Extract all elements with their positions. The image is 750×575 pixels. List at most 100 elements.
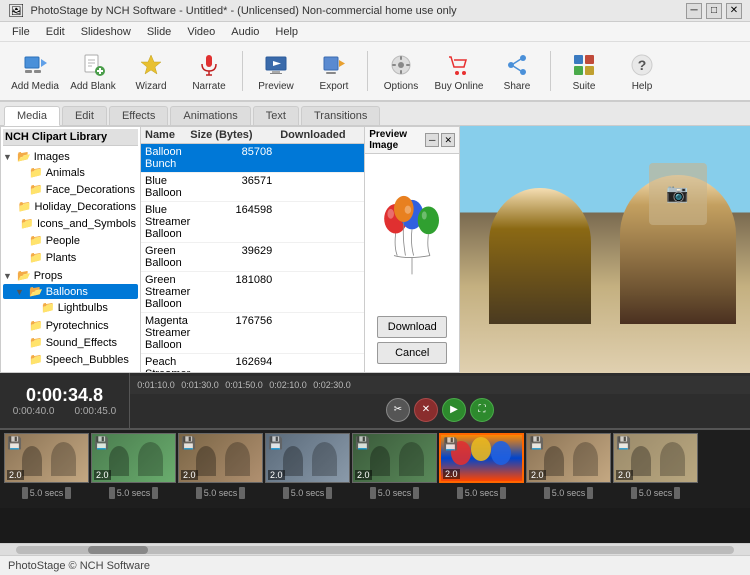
toolbar-btn-add-media[interactable]: Add Media — [8, 45, 62, 97]
tree-row-props[interactable]: ▼📂Props — [3, 268, 138, 283]
dur-handle-left-3[interactable] — [196, 487, 202, 499]
tree-row-icons-sym[interactable]: 📁Icons_and_Symbols — [3, 216, 138, 231]
tree-row-sound-effects[interactable]: 📁Sound_Effects — [3, 335, 138, 350]
tree-folder-icon-holiday-deco: 📁 — [18, 200, 32, 213]
toolbar-btn-buy-online[interactable]: Buy Online — [432, 45, 486, 97]
menu-item-slideshow[interactable]: Slideshow — [73, 24, 139, 40]
tree-row-people[interactable]: 📁People — [3, 233, 138, 248]
duration-item-3: 5.0 secs — [178, 487, 263, 499]
menu-item-edit[interactable]: Edit — [38, 24, 73, 40]
toolbar-btn-add-blank[interactable]: Add Blank — [66, 45, 120, 97]
tree-label-balloons: Balloons — [46, 286, 88, 298]
menu-item-help[interactable]: Help — [267, 24, 306, 40]
toolbar-btn-narrate[interactable]: Narrate — [182, 45, 236, 97]
preview-minimize-btn[interactable]: ─ — [425, 133, 439, 147]
tab-effects[interactable]: Effects — [109, 106, 168, 125]
dur-handle-left-2[interactable] — [109, 487, 115, 499]
toolbar-btn-suite[interactable]: Suite — [557, 45, 611, 97]
close-button[interactable]: ✕ — [726, 3, 742, 19]
toolbar-btn-help[interactable]: ?Help — [615, 45, 669, 97]
dur-handle-right-6[interactable] — [500, 487, 506, 499]
duration-item-4: 5.0 secs — [265, 487, 350, 499]
tree-label-images: Images — [34, 151, 70, 163]
tree-expand-balloons: ▼ — [15, 287, 29, 297]
tree-row-holiday-deco[interactable]: 📁Holiday_Decorations — [3, 199, 138, 214]
toolbar-btn-share[interactable]: Share — [490, 45, 544, 97]
scroll-track[interactable] — [16, 546, 734, 554]
timeline-thumb-8[interactable]: 💾2.0 — [613, 433, 698, 483]
menu-item-slide[interactable]: Slide — [139, 24, 179, 40]
add-blank-label: Add Blank — [70, 81, 116, 92]
toolbar-btn-options[interactable]: Options — [374, 45, 428, 97]
tab-animations[interactable]: Animations — [170, 106, 250, 125]
list-row[interactable]: Green Streamer Balloon181080 — [141, 272, 364, 313]
list-row[interactable]: Green Balloon39629 — [141, 243, 364, 272]
preview-close-btn[interactable]: ✕ — [441, 133, 455, 147]
menu-item-file[interactable]: File — [4, 24, 38, 40]
dur-handle-right-2[interactable] — [152, 487, 158, 499]
timeline-thumb-2[interactable]: 💾2.0 — [91, 433, 176, 483]
current-time-display: 0:00:34.8 — [26, 385, 103, 406]
dur-handle-left-7[interactable] — [544, 487, 550, 499]
tab-edit[interactable]: Edit — [62, 106, 107, 125]
dur-handle-right-3[interactable] — [239, 487, 245, 499]
tree-row-images[interactable]: ▼📂Images — [3, 149, 138, 164]
toolbar-btn-preview[interactable]: Preview — [249, 45, 303, 97]
maximize-button[interactable]: □ — [706, 3, 722, 19]
tab-media[interactable]: Media — [4, 106, 60, 126]
timeline-thumb-3[interactable]: 💾2.0 — [178, 433, 263, 483]
timeline-thumb-4[interactable]: 💾2.0 — [265, 433, 350, 483]
tree-row-animals[interactable]: 📁Animals — [3, 165, 138, 180]
download-button[interactable]: Download — [377, 316, 447, 338]
tree-content: ▼📂Images📁Animals 📁Face_Decorations 📁Holida… — [3, 148, 138, 372]
tree-row-weather[interactable]: 📁Weather — [3, 370, 138, 372]
timeline-thumb-7[interactable]: 💾2.0 — [526, 433, 611, 483]
tab-transitions[interactable]: Transitions — [301, 106, 380, 125]
delete-button[interactable]: ✕ — [414, 398, 438, 422]
list-row[interactable]: Blue Streamer Balloon164598 — [141, 202, 364, 243]
dur-handle-right-7[interactable] — [587, 487, 593, 499]
tree-label-holiday-deco: Holiday_Decorations — [35, 201, 137, 213]
menu-item-video[interactable]: Video — [179, 24, 223, 40]
dur-handle-left-1[interactable] — [22, 487, 28, 499]
dur-handle-right-1[interactable] — [65, 487, 71, 499]
fullscreen-button[interactable]: ⛶ — [470, 398, 494, 422]
scroll-area[interactable] — [0, 543, 750, 555]
playback-controls: 0:01:10.0 0:01:30.0 0:01:50.0 0:02:10.0 … — [130, 373, 750, 428]
dur-handle-right-4[interactable] — [326, 487, 332, 499]
tree-children-props: ▼📂Balloons📁Lightbulbs 📁Pyrotechnics 📁Sound… — [3, 283, 138, 368]
tree-row-face-deco[interactable]: 📁Face_Decorations — [3, 182, 138, 197]
list-row[interactable]: Balloon Bunch85708 — [141, 144, 364, 173]
dur-handle-left-4[interactable] — [283, 487, 289, 499]
minimize-button[interactable]: ─ — [686, 3, 702, 19]
tab-text[interactable]: Text — [253, 106, 299, 125]
list-row[interactable]: Blue Balloon36571 — [141, 173, 364, 202]
tree-row-balloons[interactable]: ▼📂Balloons — [3, 284, 138, 299]
tree-row-lightbulbs[interactable]: 📁Lightbulbs — [3, 300, 138, 315]
scissors-button[interactable]: ✂ — [386, 398, 410, 422]
time-ruler-row: 0:01:10.0 0:01:30.0 0:01:50.0 0:02:10.0 … — [130, 376, 750, 394]
timeline-thumb-6[interactable]: 💾2.0 — [439, 433, 524, 483]
scroll-thumb[interactable] — [88, 546, 148, 554]
toolbar-btn-export[interactable]: Export — [307, 45, 361, 97]
cancel-button[interactable]: Cancel — [377, 342, 447, 364]
dur-handle-right-5[interactable] — [413, 487, 419, 499]
timeline-thumb-1[interactable]: 💾2.0 — [4, 433, 89, 483]
toolbar-btn-wizard[interactable]: Wizard — [124, 45, 178, 97]
tree-row-speech-bubbles[interactable]: 📁Speech_Bubbles — [3, 352, 138, 367]
thumb-photo-overlay-0 — [5, 434, 88, 476]
dur-handle-left-5[interactable] — [370, 487, 376, 499]
menu-item-audio[interactable]: Audio — [223, 24, 267, 40]
dur-handle-left-6[interactable] — [457, 487, 463, 499]
tree-row-plants[interactable]: 📁Plants — [3, 250, 138, 265]
tree-row-pyrotechnics[interactable]: 📁Pyrotechnics — [3, 318, 138, 333]
dur-handle-left-8[interactable] — [631, 487, 637, 499]
timeline-thumb-5[interactable]: 💾2.0 — [352, 433, 437, 483]
thumb-label-6: 2.0 — [443, 469, 460, 479]
list-row[interactable]: Peach Streamer Balloon162694 — [141, 354, 364, 372]
dur-handle-right-8[interactable] — [674, 487, 680, 499]
tree-label-icons-sym: Icons_and_Symbols — [37, 218, 136, 230]
tree-item-lightbulbs: 📁Lightbulbs — [3, 299, 138, 316]
list-row[interactable]: Magenta Streamer Balloon176756 — [141, 313, 364, 354]
play-button[interactable]: ▶ — [442, 398, 466, 422]
